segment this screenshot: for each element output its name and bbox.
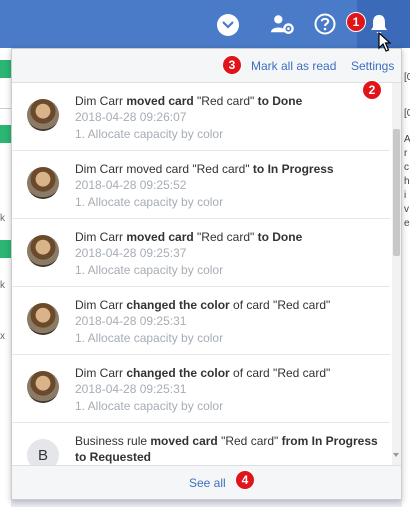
notification-timestamp: 2018-04-28 09:25:37 bbox=[75, 246, 187, 260]
avatar bbox=[27, 303, 59, 335]
bg-text: [0 bbox=[404, 108, 410, 119]
settings-link[interactable]: Settings bbox=[351, 59, 394, 73]
avatar bbox=[27, 99, 59, 131]
notification-actor: Dim Carr bbox=[75, 298, 123, 312]
notification-actor: Dim Carr bbox=[75, 230, 123, 244]
notification-action: to Done bbox=[257, 230, 303, 244]
notification-timestamp: 2018-04-28 09:25:52 bbox=[75, 178, 187, 192]
notification-action: changed the color bbox=[126, 298, 230, 312]
notification-action: moved card bbox=[126, 230, 194, 244]
notification-action: changed the color bbox=[126, 366, 230, 380]
notification-board-name: 1. Allocate capacity by color bbox=[75, 399, 224, 413]
notification-message: Dim Carr moved card "Red card" to In Pro… bbox=[75, 161, 380, 177]
notification-board-name: 1. Allocate capacity by color bbox=[75, 263, 224, 277]
notification-timestamp: 2018-04-28 09:25:31 bbox=[75, 314, 187, 328]
notification-board-name: 1. Allocate capacity by color bbox=[75, 195, 224, 209]
notification-board-name: 1. Allocate capacity by color bbox=[75, 331, 224, 345]
bg-green-bar bbox=[0, 240, 11, 258]
bg-text: k bbox=[0, 213, 5, 224]
annotation-badge-4: 4 bbox=[235, 470, 255, 490]
panel-header: Mark all as read Settings bbox=[12, 49, 401, 83]
notification-text: of card "Red card" bbox=[229, 298, 331, 312]
notifications-panel: Mark all as read Settings Dim Carr moved… bbox=[11, 48, 402, 500]
notification-text: "Red card" bbox=[193, 94, 258, 108]
avatar bbox=[27, 371, 59, 403]
panel-footer: See all bbox=[12, 465, 401, 499]
avatar bbox=[27, 235, 59, 267]
bg-text: v bbox=[404, 204, 409, 215]
notification-item[interactable]: Dim Carr changed the color of card "Red … bbox=[12, 287, 390, 355]
notification-actor: Dim Carr bbox=[75, 366, 123, 380]
notification-actor: Dim Carr bbox=[75, 94, 123, 108]
notification-message: Dim Carr moved card "Red card" to Done bbox=[75, 229, 380, 245]
see-all-link[interactable]: See all bbox=[189, 476, 226, 490]
notification-text: "Red card" bbox=[193, 230, 258, 244]
notification-actor: Dim Carr bbox=[75, 162, 123, 176]
notification-action: to Done bbox=[257, 94, 303, 108]
bg-text: r bbox=[404, 148, 408, 159]
notification-text: "Red card" bbox=[217, 434, 282, 448]
background-right-strip: [0 [0 A r c h i v e bbox=[402, 48, 410, 507]
notification-message: Dim Carr changed the color of card "Red … bbox=[75, 365, 380, 381]
bg-divider bbox=[0, 108, 11, 109]
notification-text: moved card "Red card" bbox=[123, 162, 253, 176]
bg-text: [0 bbox=[404, 72, 410, 83]
notification-action: to In Progress bbox=[252, 162, 334, 176]
notification-item[interactable]: Dim Carr moved card "Red card" to Done 20… bbox=[12, 83, 390, 151]
annotation-badge-1: 1 bbox=[346, 12, 366, 32]
notification-item[interactable]: B Business rule moved card "Red card" fro… bbox=[12, 423, 390, 465]
bg-text: x bbox=[0, 331, 5, 342]
help-icon[interactable] bbox=[313, 12, 337, 36]
bg-green-bar bbox=[0, 125, 11, 143]
bg-text: i bbox=[404, 190, 407, 201]
background-left-strip: k k x bbox=[0, 48, 11, 507]
mouse-cursor-icon bbox=[378, 31, 392, 57]
bg-text: A bbox=[404, 134, 410, 145]
bg-text: h bbox=[404, 176, 410, 187]
notification-action: moved card bbox=[126, 94, 194, 108]
chevron-down-icon[interactable] bbox=[217, 14, 239, 36]
mark-all-as-read-link[interactable]: Mark all as read bbox=[251, 59, 336, 73]
notification-message: Dim Carr changed the color of card "Red … bbox=[75, 297, 380, 313]
notification-item[interactable]: Dim Carr moved card "Red card" to Done 20… bbox=[12, 219, 390, 287]
notification-timestamp: 2018-04-28 09:26:07 bbox=[75, 110, 187, 124]
bg-text: c bbox=[404, 162, 409, 173]
notification-item[interactable]: Dim Carr changed the color of card "Red … bbox=[12, 355, 390, 423]
notification-message: Dim Carr moved card "Red card" to Done bbox=[75, 93, 380, 109]
notification-text: of card "Red card" bbox=[229, 366, 331, 380]
bg-text: k bbox=[0, 280, 5, 291]
scroll-down-arrow-icon[interactable] bbox=[393, 453, 399, 457]
notification-actor: Business rule bbox=[75, 434, 148, 448]
avatar-initial: B bbox=[27, 439, 59, 465]
notification-action: moved card bbox=[150, 434, 218, 448]
notification-message: Business rule moved card "Red card" from… bbox=[75, 433, 380, 465]
notification-list: Dim Carr moved card "Red card" to Done 20… bbox=[12, 83, 390, 465]
avatar bbox=[27, 167, 59, 199]
annotation-badge-3: 3 bbox=[222, 55, 242, 75]
bg-text: e bbox=[404, 218, 410, 229]
bg-green-bar bbox=[0, 60, 11, 78]
scrollbar[interactable] bbox=[392, 83, 401, 465]
scrollbar-thumb[interactable] bbox=[393, 129, 400, 256]
notification-item[interactable]: Dim Carr moved card "Red card" to In Pro… bbox=[12, 151, 390, 219]
users-settings-icon[interactable] bbox=[270, 12, 294, 36]
notification-board-name: 1. Allocate capacity by color bbox=[75, 127, 224, 141]
annotation-badge-2: 2 bbox=[362, 80, 382, 100]
notification-timestamp: 2018-04-28 09:25:31 bbox=[75, 382, 187, 396]
